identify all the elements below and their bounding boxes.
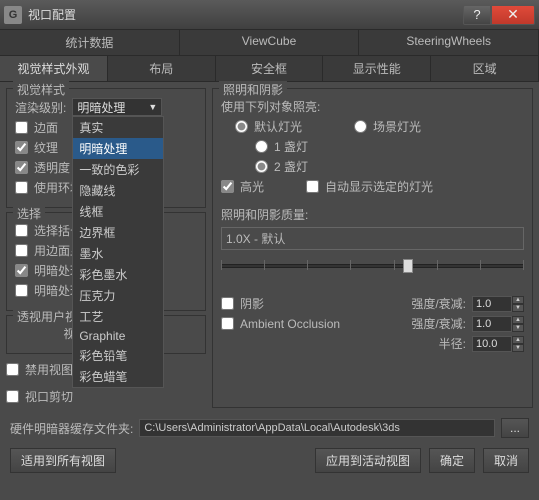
disable-view-label: 禁用视图 (25, 361, 73, 378)
subtab-layout[interactable]: 布局 (108, 56, 216, 81)
spin-down[interactable]: ▼ (512, 344, 524, 352)
intensity-label: 强度/衰减: (411, 295, 466, 312)
spin-up[interactable]: ▲ (512, 296, 524, 304)
scene-light-label: 场景灯光 (373, 118, 421, 135)
transparency-label: 透明度 (34, 159, 70, 176)
subtab-safe[interactable]: 安全框 (216, 56, 324, 81)
spin-up[interactable]: ▲ (512, 316, 524, 324)
cancel-button[interactable]: 取消 (483, 448, 529, 473)
tab-stats[interactable]: 统计数据 (0, 30, 180, 55)
scene-light-radio[interactable] (354, 120, 367, 133)
ao-label: Ambient Occlusion (240, 317, 340, 331)
dd-item[interactable]: 边界框 (73, 222, 163, 243)
default-light-radio[interactable] (235, 120, 248, 133)
disable-view-checkbox[interactable] (6, 363, 19, 376)
group-title: 视觉样式 (13, 81, 69, 98)
browse-button[interactable]: ... (501, 418, 529, 438)
one-light-label: 1 盏灯 (274, 138, 308, 155)
spin-down[interactable]: ▼ (512, 304, 524, 312)
shadow-label: 阴影 (240, 295, 264, 312)
slider-thumb[interactable] (403, 259, 413, 273)
top-tabs: 统计数据 ViewCube SteeringWheels (0, 30, 539, 56)
clip-label: 视口剪切 (25, 388, 73, 405)
dd-item[interactable]: Graphite (73, 327, 163, 345)
quality-slider[interactable] (221, 256, 524, 278)
dd-item[interactable]: 一致的色彩 (73, 159, 163, 180)
texture-label: 纹理 (34, 139, 58, 156)
auto-light-checkbox[interactable] (306, 180, 319, 193)
env-checkbox[interactable] (15, 181, 28, 194)
dd-item[interactable]: 彩色铅笔 (73, 345, 163, 366)
intensity2-label: 强度/衰减: (411, 315, 466, 332)
subtab-region[interactable]: 区域 (431, 56, 539, 81)
auto-light-label: 自动显示选定的灯光 (325, 178, 433, 195)
dd-item[interactable]: 明暗处理 (73, 138, 163, 159)
help-button[interactable]: ? (463, 5, 491, 25)
shadow-checkbox[interactable] (221, 297, 234, 310)
render-level-label: 渲染级别: (15, 99, 66, 116)
group-title: 选择 (13, 205, 45, 222)
radius-input[interactable] (472, 336, 512, 352)
quality-value: 1.0X - 默认 (221, 227, 524, 250)
highlight-checkbox[interactable] (221, 180, 234, 193)
render-level-dropdown[interactable]: 明暗处理 ▼ 真实 明暗处理 一致的色彩 隐藏线 线框 边界框 墨水 彩色墨水 … (72, 98, 162, 116)
dd-item[interactable]: 墨水 (73, 243, 163, 264)
tab-steering[interactable]: SteeringWheels (359, 30, 539, 55)
dd-item[interactable]: 隐藏线 (73, 180, 163, 201)
brackets-checkbox[interactable] (15, 224, 28, 237)
edge-label: 边面 (34, 119, 58, 136)
apply-active-button[interactable]: 应用到活动视图 (315, 448, 421, 473)
group-lighting: 照明和阴影 使用下列对象照亮: 默认灯光 场景灯光 1 盏灯 2 盏灯 高光 自… (212, 88, 533, 408)
spin-down[interactable]: ▼ (512, 324, 524, 332)
app-icon: G (4, 6, 22, 24)
sub-tabs: 视觉样式外观 布局 安全框 显示性能 区域 (0, 56, 539, 82)
cache-label: 硬件明暗器缓存文件夹: (10, 420, 133, 437)
intensity2-input[interactable] (472, 316, 512, 332)
one-light-radio[interactable] (255, 140, 268, 153)
dropdown-value: 明暗处理 (77, 99, 125, 116)
dd-item[interactable]: 压克力 (73, 285, 163, 306)
two-light-radio[interactable] (255, 160, 268, 173)
window-title: 视口配置 (28, 6, 463, 23)
cache-path-input[interactable]: C:\Users\Administrator\AppData\Local\Aut… (139, 419, 495, 437)
dd-item[interactable]: 工艺 (73, 306, 163, 327)
subtab-visual[interactable]: 视觉样式外观 (0, 56, 108, 81)
apply-all-button[interactable]: 适用到所有视图 (10, 448, 116, 473)
spin-up[interactable]: ▲ (512, 336, 524, 344)
tab-viewcube[interactable]: ViewCube (180, 30, 360, 55)
edge-checkbox[interactable] (15, 121, 28, 134)
subtab-perf[interactable]: 显示性能 (323, 56, 431, 81)
dd-item[interactable]: 彩色蜡笔 (73, 366, 163, 387)
dropdown-list: 真实 明暗处理 一致的色彩 隐藏线 线框 边界框 墨水 彩色墨水 压克力 工艺 … (72, 116, 164, 388)
close-button[interactable]: ✕ (491, 5, 535, 25)
dd-item[interactable]: 线框 (73, 201, 163, 222)
ao-checkbox[interactable] (221, 317, 234, 330)
texture-checkbox[interactable] (15, 141, 28, 154)
radius-label: 半径: (439, 335, 466, 352)
highlight-label: 高光 (240, 178, 264, 195)
ok-button[interactable]: 确定 (429, 448, 475, 473)
transparency-checkbox[interactable] (15, 161, 28, 174)
default-light-label: 默认灯光 (254, 118, 302, 135)
dd-item[interactable]: 真实 (73, 117, 163, 138)
chevron-down-icon: ▼ (148, 102, 157, 112)
shade-obj-checkbox[interactable] (15, 284, 28, 297)
group-visual-style: 视觉样式 渲染级别: 明暗处理 ▼ 真实 明暗处理 一致的色彩 隐藏线 线框 边… (6, 88, 206, 208)
two-light-label: 2 盏灯 (274, 158, 308, 175)
intensity1-input[interactable] (472, 296, 512, 312)
titlebar: G 视口配置 ? ✕ (0, 0, 539, 30)
dd-item[interactable]: 彩色墨水 (73, 264, 163, 285)
quality-label: 照明和阴影质量: (221, 206, 524, 223)
clip-checkbox[interactable] (6, 390, 19, 403)
use-light-label: 使用下列对象照亮: (221, 98, 320, 115)
shade-sel-checkbox[interactable] (15, 264, 28, 277)
edge-sel-checkbox[interactable] (15, 244, 28, 257)
group-title: 照明和阴影 (219, 81, 287, 98)
